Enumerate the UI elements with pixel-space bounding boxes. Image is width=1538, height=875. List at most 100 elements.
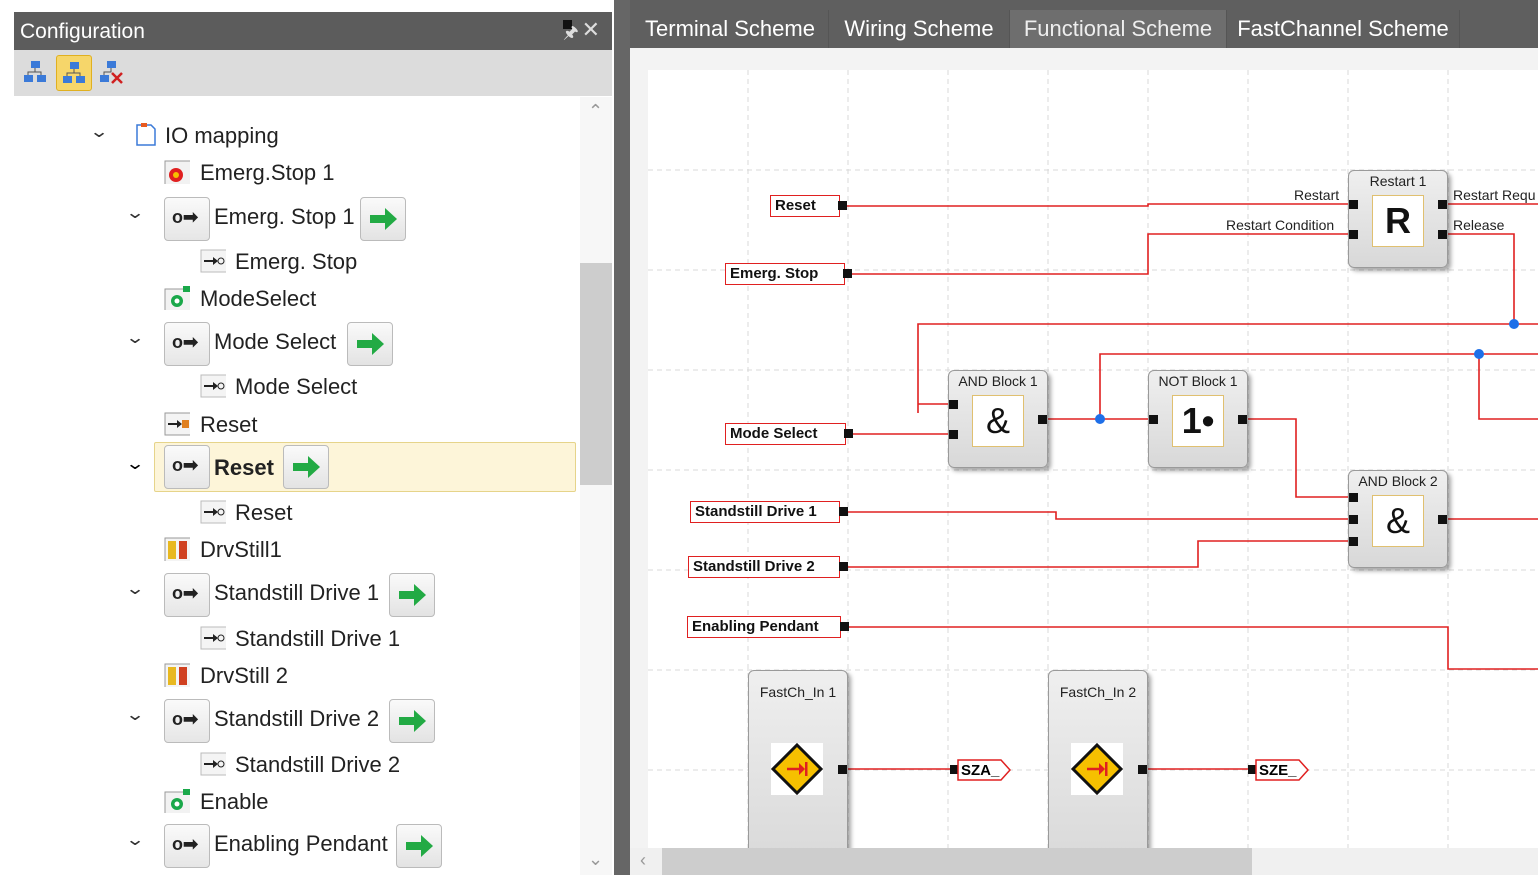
go-to-button[interactable]: [347, 322, 393, 366]
tab-functional-scheme[interactable]: Functional Scheme: [1010, 10, 1227, 48]
tree-label: DrvStill 2: [200, 663, 289, 688]
block-title: FastCh_In 1: [759, 684, 837, 700]
scroll-down-icon[interactable]: ⌄: [588, 849, 603, 870]
tree-node-enable[interactable]: Enable: [14, 782, 580, 820]
input-pin: [1349, 537, 1358, 546]
chevron-down-icon[interactable]: ⌄: [125, 454, 145, 474]
input-tag-standstill-drive-2[interactable]: Standstill Drive 2: [688, 556, 840, 578]
signal-icon: [200, 500, 226, 524]
and-symbol: &: [1372, 495, 1424, 547]
scrollbar-thumb[interactable]: [662, 848, 1252, 875]
tree-label: Emerg.Stop 1: [200, 160, 335, 185]
green-arrow-icon: [406, 835, 433, 857]
scrollbar-thumb[interactable]: [580, 263, 612, 485]
input-tag-mode-select[interactable]: Mode Select: [725, 423, 846, 445]
tree-node-reset-signal[interactable]: Reset: [14, 493, 580, 531]
disconnect-button[interactable]: [94, 55, 128, 89]
go-to-button[interactable]: [360, 197, 406, 241]
scheme-panel: Terminal Scheme Wiring Scheme Functional…: [630, 0, 1538, 875]
functional-scheme-canvas[interactable]: Reset Emerg. Stop Mode Select Standstill…: [648, 70, 1538, 848]
tree-label: Emerg. Stop 1: [214, 204, 355, 229]
panel-splitter[interactable]: [614, 0, 630, 875]
tree-node-modeselect[interactable]: ModeSelect: [14, 279, 580, 317]
network-button[interactable]: [56, 55, 92, 91]
configuration-panel: Configuration 🖈 ✕ ⌄ IO mapping Emerg.Sto…: [0, 0, 614, 875]
camera-switch-icon: [164, 789, 190, 813]
fastchannel-icon: [770, 742, 824, 796]
tree-label: Reset: [200, 412, 258, 437]
tree-node-standstill-drive-1-block[interactable]: ⌄ o➡ Standstill Drive 1: [14, 573, 580, 617]
tree-node-emergency-stop-block[interactable]: ⌄ o➡ Emerg. Stop 1: [14, 197, 580, 241]
input-pin: [949, 400, 958, 409]
output-tag-sza[interactable]: SZA_: [957, 758, 1013, 782]
chevron-down-icon[interactable]: ⌄: [125, 203, 145, 223]
chevron-down-icon[interactable]: ⌄: [89, 122, 109, 142]
input-pin: [1349, 515, 1358, 524]
tab-fastchannel-scheme[interactable]: FastChannel Scheme: [1227, 10, 1460, 48]
tree-label: Standstill Drive 2: [214, 706, 380, 731]
input-tag-standstill-drive-1[interactable]: Standstill Drive 1: [690, 501, 840, 523]
tree-scrollbar[interactable]: ⌃ ⌄: [580, 97, 612, 875]
network-icon: [63, 62, 85, 83]
tree-node-standstill-drive-1-signal[interactable]: Standstill Drive 1: [14, 619, 580, 657]
tree-node-emergency-stop-signal[interactable]: Emerg. Stop: [14, 242, 580, 280]
fastchannel-input-1[interactable]: FastCh_In 1: [748, 670, 848, 848]
close-icon[interactable]: ✕: [582, 17, 600, 43]
tree-node-mode-select-signal[interactable]: Mode Select: [14, 367, 580, 405]
chevron-down-icon[interactable]: ⌄: [125, 579, 145, 599]
tree-node-reset[interactable]: Reset: [14, 405, 580, 443]
go-to-button[interactable]: [389, 699, 435, 743]
and-block-1[interactable]: AND Block 1 &: [948, 370, 1048, 468]
scroll-left-icon[interactable]: ‹: [640, 850, 646, 871]
input-block-icon: o➡: [164, 322, 210, 366]
tree-node-standstill-drive-2-block[interactable]: ⌄ o➡ Standstill Drive 2: [14, 699, 580, 743]
signal-icon: [200, 249, 226, 273]
signal-icon: [200, 752, 226, 776]
fastchannel-icon: [1070, 742, 1124, 796]
input-pin: [1349, 230, 1358, 239]
input-tag-emerg-stop[interactable]: Emerg. Stop: [725, 263, 845, 285]
chevron-down-icon[interactable]: ⌄: [125, 705, 145, 725]
tree-node-drvstill1[interactable]: DrvStill1: [14, 530, 580, 568]
output-pin: [844, 429, 853, 438]
pin-icon[interactable]: 🖈: [563, 20, 579, 42]
camera-switch-icon: [164, 286, 190, 310]
block-title: NOT Block 1: [1158, 373, 1238, 389]
and-block-2[interactable]: AND Block 2 &: [1348, 470, 1448, 568]
chevron-down-icon[interactable]: ⌄: [125, 830, 145, 850]
junction-dot: [1474, 349, 1484, 359]
block-title: Restart 1: [1369, 173, 1427, 189]
go-to-button[interactable]: [283, 445, 329, 489]
config-tree: ⌄ IO mapping Emerg.Stop 1 ⌄ o➡ Emerg. St…: [14, 97, 580, 875]
tab-wiring-scheme[interactable]: Wiring Scheme: [829, 10, 1010, 48]
tree-node-enabling-pendant-block[interactable]: ⌄ o➡ Enabling Pendant: [14, 824, 580, 868]
not-block-1[interactable]: NOT Block 1 1•: [1148, 370, 1248, 468]
panel-title: Configuration: [20, 20, 145, 43]
tree-node-emergency-stop[interactable]: Emerg.Stop 1: [14, 153, 580, 191]
input-tag-enabling-pendant[interactable]: Enabling Pendant: [687, 616, 841, 638]
fastchannel-input-2[interactable]: FastCh_In 2: [1048, 670, 1148, 848]
go-to-button[interactable]: [396, 824, 442, 868]
port-label: Restart Requ: [1453, 187, 1536, 203]
tree-label: Standstill Drive 2: [235, 752, 401, 777]
diagram-horizontal-scrollbar[interactable]: ‹: [630, 848, 1538, 875]
tree-label: ModeSelect: [200, 286, 317, 311]
scroll-up-icon[interactable]: ⌃: [588, 101, 603, 122]
block-title: AND Block 1: [958, 373, 1038, 389]
tree-node-drvstill2[interactable]: DrvStill 2: [14, 656, 580, 694]
junction-dot: [1095, 414, 1105, 424]
chevron-down-icon[interactable]: ⌄: [125, 328, 145, 348]
tree-node-mode-select-block[interactable]: ⌄ o➡ Mode Select: [14, 322, 580, 366]
go-to-button[interactable]: [389, 573, 435, 617]
input-block-icon: o➡: [164, 197, 210, 241]
restart-block[interactable]: Restart 1 R: [1348, 170, 1448, 268]
signal-icon: [200, 374, 226, 398]
tree-node-standstill-drive-2-signal[interactable]: Standstill Drive 2: [14, 745, 580, 783]
tab-terminal-scheme[interactable]: Terminal Scheme: [632, 10, 829, 48]
emergency-stop-icon: [164, 160, 190, 184]
connect-button[interactable]: [18, 55, 52, 89]
output-tag-sze[interactable]: SZE_: [1255, 758, 1311, 782]
tree-node-io-mapping[interactable]: ⌄ IO mapping: [14, 116, 580, 154]
tree-node-reset-block-selected[interactable]: o➡ Reset: [154, 442, 576, 492]
input-tag-reset[interactable]: Reset: [770, 195, 840, 217]
